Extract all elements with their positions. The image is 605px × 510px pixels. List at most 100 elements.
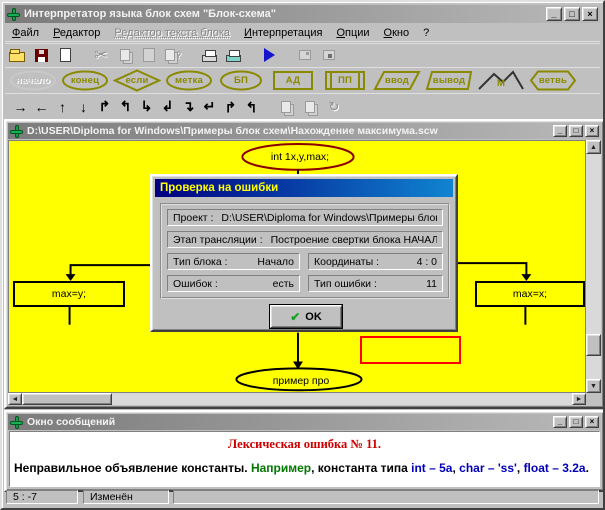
arrow-corner-1-button[interactable]: ↱ [94, 96, 115, 118]
step-icon [299, 50, 311, 60]
arrow-corner-5-button[interactable]: ↴ [178, 96, 199, 118]
close-button[interactable]: × [585, 416, 599, 428]
scroll-down-icon[interactable]: ▼ [586, 379, 601, 393]
toolbar-main: ✂ ? [5, 43, 600, 66]
arrow-left-button[interactable]: ← [31, 96, 52, 118]
menu-editor[interactable]: Редактор [46, 25, 107, 41]
scroll-left-icon[interactable]: ◄ [8, 393, 22, 405]
menu-help[interactable]: ? [416, 25, 436, 41]
vertical-scrollbar[interactable]: ▲ ▼ [586, 140, 601, 393]
shape-label: АД [269, 69, 317, 92]
maximize-button[interactable]: □ [569, 125, 583, 137]
paste-button [137, 45, 161, 65]
arrow-up-button[interactable]: ↑ [52, 96, 73, 118]
ok-button[interactable]: ✔ OK [270, 305, 342, 328]
block-type-field: Тип блока : Начало [167, 253, 300, 270]
dialog-field-group: Проект : D:\USER\Diploma for Windows\При… [160, 203, 450, 299]
step-button [293, 45, 317, 65]
maximize-button[interactable]: □ [569, 416, 583, 428]
shape-button-input[interactable]: ввод [373, 69, 421, 92]
print-setup-button[interactable] [221, 45, 245, 65]
shape-button-label[interactable]: метка [165, 69, 213, 92]
vertical-scroll-thumb[interactable] [586, 334, 601, 356]
project-label: Проект : [173, 212, 213, 224]
menu-options[interactable]: Опции [329, 25, 376, 41]
new-button[interactable] [53, 45, 77, 65]
shape-label: ветвь [529, 69, 577, 92]
shape-label: конец [61, 69, 109, 92]
menu-interpretation[interactable]: Интерпретация [237, 25, 329, 41]
status-extra [173, 490, 599, 504]
arrow-corner-6-button[interactable]: ↵ [199, 96, 220, 118]
minimize-button[interactable]: _ [553, 125, 567, 137]
arrow-down-button[interactable]: ↓ [73, 96, 94, 118]
flowchart-right-action-block[interactable]: max=x; [475, 281, 585, 307]
shape-button-goto[interactable]: БП [217, 69, 265, 92]
arrow-corner-8-button[interactable]: ↲ [241, 96, 262, 118]
cut-icon: ✂ [94, 45, 107, 65]
toolbar-arrows: → ← ↑ ↓ ↱ ↰ ↳ ↲ ↴ ↵ ↳ ↲ ↻ [5, 93, 600, 119]
toolbar-shapes: начало конец если метка БП АД ПП ввод вы… [5, 67, 600, 92]
paste-icon [143, 48, 155, 62]
arrow-corner-2-button[interactable]: ↰ [115, 96, 136, 118]
arrow-corner-7-button[interactable]: ↳ [220, 96, 241, 118]
message-window: Окно сообщений _ □ × Лексическая ошибка … [4, 410, 605, 492]
menu-file[interactable]: Файл [5, 25, 46, 41]
run-button[interactable] [257, 45, 281, 65]
new-document-icon [60, 48, 71, 62]
flowchart-titlebar[interactable]: D:\USER\Diploma for Windows\Примеры блок… [8, 123, 601, 139]
scroll-right-icon[interactable]: ► [572, 393, 586, 405]
block-type-label: Тип блока : [173, 256, 228, 268]
dialog-titlebar[interactable]: Проверка на ошибки [155, 179, 453, 197]
close-button[interactable]: × [585, 125, 599, 137]
minimize-button[interactable]: _ [553, 416, 567, 428]
app-window: Интерпретатор языка блок схем "Блок-схем… [0, 0, 605, 510]
scroll-up-icon[interactable]: ▲ [586, 140, 601, 154]
app-title: Интерпретатор языка блок схем "Блок-схем… [24, 8, 546, 20]
close-button[interactable]: × [582, 7, 598, 21]
coords-value: 4 : 0 [417, 256, 437, 268]
arrow-corner-4-button[interactable]: ↲ [157, 96, 178, 118]
msg-part: , [517, 461, 524, 475]
flowchart-title: D:\USER\Diploma for Windows\Примеры блок… [27, 125, 553, 137]
message-titlebar[interactable]: Окно сообщений _ □ × [8, 414, 601, 430]
flowchart-selected-block[interactable] [360, 336, 461, 364]
msg-part: , константа типа [311, 461, 411, 475]
shape-label: БП [217, 69, 265, 92]
save-floppy-icon [35, 49, 48, 62]
shape-button-branch[interactable]: ветвь [529, 69, 577, 92]
arrow-right-button[interactable]: → [10, 96, 31, 118]
open-button[interactable] [5, 45, 29, 65]
cut-button: ✂ [89, 45, 113, 65]
save-button[interactable] [29, 45, 53, 65]
dialog-title: Проверка на ошибки [160, 182, 278, 194]
stage-value: Построение свертки блока НАЧАЛО [271, 234, 437, 246]
horizontal-scrollbar[interactable]: ◄ ► [8, 393, 586, 405]
flowchart-left-action-block[interactable]: max=y; [13, 281, 125, 307]
arrow-corner-3-button[interactable]: ↳ [136, 96, 157, 118]
flowchart-bottom-ellipse-block[interactable]: пример про [238, 375, 364, 387]
flowchart-start-block[interactable]: int 1x,y,max; [244, 151, 356, 163]
print-button[interactable] [197, 45, 221, 65]
shape-button-action[interactable]: АД [269, 69, 317, 92]
shape-button-output[interactable]: вывод [425, 69, 473, 92]
stage-label: Этап трансляции : [173, 234, 263, 246]
errors-value: есть [273, 278, 294, 290]
msg-part: Неправильное объявление константы. [14, 461, 251, 475]
refresh-button: ↻ [322, 97, 346, 117]
status-modified: Изменён [83, 490, 169, 504]
shape-button-subroutine[interactable]: ПП [321, 69, 369, 92]
minimize-button[interactable]: _ [546, 7, 562, 21]
shape-button-start: начало [9, 69, 57, 92]
shape-button-m[interactable]: М [477, 69, 525, 92]
error-check-dialog: Проверка на ошибки Проект : D:\USER\Dipl… [150, 174, 458, 332]
shape-button-end[interactable]: конец [61, 69, 109, 92]
maximize-button[interactable]: □ [564, 7, 580, 21]
menu-window[interactable]: Окно [377, 25, 417, 41]
horizontal-scroll-thumb[interactable] [22, 393, 112, 405]
app-icon [7, 8, 20, 21]
bring-front-icon [281, 101, 291, 113]
shape-button-if[interactable]: если [113, 69, 161, 92]
app-titlebar[interactable]: Интерпретатор языка блок схем "Блок-схем… [5, 5, 600, 23]
replace-button: ? [161, 45, 185, 65]
